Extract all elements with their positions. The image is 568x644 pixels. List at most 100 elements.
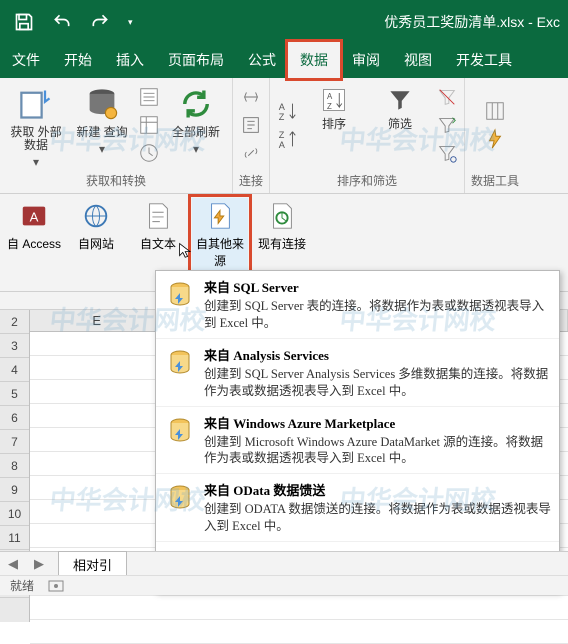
- row-header[interactable]: 2: [0, 310, 29, 334]
- sheet-tab[interactable]: 相对引: [58, 551, 127, 577]
- flash-fill-icon[interactable]: [484, 128, 506, 150]
- menu-item-desc: 创建到 SQL Server Analysis Services 多维数据集的连…: [204, 367, 548, 398]
- sort-icon: AZ: [320, 86, 348, 114]
- existing-connections-button[interactable]: 现有连接: [254, 198, 310, 255]
- menu-item-desc: 创建到 SQL Server 表的连接。将数据作为表或数据透视表导入到 Exce…: [204, 299, 544, 330]
- refresh-all-label: 全部刷新: [172, 126, 220, 139]
- from-table-icon[interactable]: [138, 114, 160, 136]
- menu-item-from-sql-server[interactable]: 来自 SQL Server 创建到 SQL Server 表的连接。将数据作为表或…: [156, 271, 559, 338]
- sheet-nav-prev-icon[interactable]: ◀: [0, 556, 26, 572]
- row-header[interactable]: 10: [0, 502, 29, 526]
- group-label: 获取和转换: [86, 172, 146, 189]
- menu-item-from-analysis-services[interactable]: 来自 Analysis Services 创建到 SQL Server Analy…: [156, 338, 559, 406]
- group-sort-filter: AZ ZA AZ 排序 筛选 排序和筛选: [270, 78, 465, 193]
- save-icon[interactable]: [14, 12, 34, 32]
- window-title: 优秀员工奖励清单.xlsx - Exc: [384, 12, 560, 32]
- row-header[interactable]: 11: [0, 526, 29, 550]
- tab-layout[interactable]: 页面布局: [156, 42, 236, 78]
- sort-asc-icon[interactable]: AZ: [276, 100, 298, 122]
- from-web-button[interactable]: 自网站: [68, 198, 124, 255]
- data-source-icon: [164, 279, 196, 311]
- caret-icon: ▾: [33, 156, 39, 169]
- get-external-data-button[interactable]: 获取 外部数据 ▾: [6, 82, 66, 174]
- status-bar: 就绪: [0, 575, 568, 595]
- svg-text:A: A: [279, 102, 286, 112]
- advanced-filter-icon[interactable]: [436, 142, 458, 164]
- refresh-all-button[interactable]: 全部刷新 ▾: [166, 82, 226, 160]
- column-header[interactable]: E: [30, 310, 165, 331]
- status-text: 就绪: [10, 577, 34, 594]
- svg-text:Z: Z: [279, 112, 285, 122]
- new-query-button[interactable]: 新建 查询 ▾: [72, 82, 132, 160]
- sort-desc-icon[interactable]: ZA: [276, 128, 298, 150]
- sort-button[interactable]: AZ 排序: [304, 82, 364, 135]
- get-external-data-label: 获取 外部数据: [8, 126, 64, 152]
- show-queries-icon[interactable]: [138, 86, 160, 108]
- menu-item-title: 来自 OData 数据馈送: [204, 480, 551, 499]
- properties-icon[interactable]: [240, 114, 262, 136]
- from-other-sources-menu: 来自 SQL Server 创建到 SQL Server 表的连接。将数据作为表或…: [155, 270, 560, 592]
- access-icon: A: [19, 201, 49, 231]
- group-label: 排序和筛选: [337, 172, 397, 189]
- row-header[interactable]: 5: [0, 382, 29, 406]
- menu-item-from-odata[interactable]: 来自 OData 数据馈送创建到 ODATA 数据馈送的连接。将数据作为表或数据…: [156, 473, 559, 541]
- sheet-tab-bar: ◀ ▶ 相对引: [0, 551, 568, 575]
- recent-sources-icon[interactable]: [138, 142, 160, 164]
- filter-button[interactable]: 筛选: [370, 82, 430, 135]
- from-other-label: 自其他来源: [193, 235, 247, 269]
- group-data-tools: 数据工具: [465, 78, 525, 193]
- from-web-label: 自网站: [78, 235, 114, 252]
- tab-insert[interactable]: 插入: [104, 42, 156, 78]
- row-header[interactable]: 6: [0, 406, 29, 430]
- import-icon: [18, 86, 54, 122]
- redo-icon[interactable]: [90, 12, 110, 32]
- filter-label: 筛选: [388, 118, 412, 131]
- clear-filter-icon[interactable]: [436, 86, 458, 108]
- svg-text:Z: Z: [327, 102, 332, 111]
- qat-more-icon[interactable]: ▾: [128, 17, 133, 28]
- menu-item-title: 来自 Analysis Services: [204, 345, 551, 364]
- data-source-icon: [164, 415, 196, 447]
- tab-home[interactable]: 开始: [52, 42, 104, 78]
- ribbon: 获取 外部数据 ▾ 新建 查询 ▾ 全部刷新 ▾ 获取和转换: [0, 78, 568, 194]
- caret-icon: ▾: [193, 143, 199, 156]
- sheet-nav-next-icon[interactable]: ▶: [26, 556, 52, 572]
- tab-formulas[interactable]: 公式: [236, 42, 288, 78]
- connections-icon[interactable]: [240, 86, 262, 108]
- database-icon: [84, 86, 120, 122]
- svg-text:Z: Z: [279, 130, 285, 140]
- row-header[interactable]: 3: [0, 334, 29, 358]
- svg-text:A: A: [279, 140, 286, 150]
- row-header[interactable]: 8: [0, 454, 29, 478]
- data-source-icon: [164, 482, 196, 514]
- undo-icon[interactable]: [52, 12, 72, 32]
- text-to-columns-icon[interactable]: [484, 100, 506, 122]
- quick-access-toolbar: ▾: [0, 12, 147, 32]
- refresh-icon: [178, 86, 214, 122]
- globe-icon: [81, 201, 111, 231]
- data-source-icon: [164, 347, 196, 379]
- from-access-button[interactable]: A 自 Access: [6, 198, 62, 255]
- existing-conn-icon: [267, 201, 297, 231]
- svg-text:A: A: [327, 92, 333, 101]
- svg-text:A: A: [30, 210, 39, 225]
- menu-item-title: 来自 Windows Azure Marketplace: [204, 413, 551, 432]
- row-header[interactable]: 7: [0, 430, 29, 454]
- tab-view[interactable]: 视图: [392, 42, 444, 78]
- edit-links-icon[interactable]: [240, 142, 262, 164]
- tab-developer[interactable]: 开发工具: [444, 42, 524, 78]
- menu-item-title: 来自 SQL Server: [204, 277, 551, 296]
- tab-data[interactable]: 数据: [288, 42, 340, 78]
- tab-file[interactable]: 文件: [0, 42, 52, 78]
- text-file-icon: [143, 201, 173, 231]
- macro-recording-icon[interactable]: [48, 580, 64, 592]
- row-header[interactable]: 9: [0, 478, 29, 502]
- row-header[interactable]: 4: [0, 358, 29, 382]
- new-query-label: 新建 查询: [76, 126, 127, 139]
- reapply-icon[interactable]: [436, 114, 458, 136]
- tab-review[interactable]: 审阅: [340, 42, 392, 78]
- group-connections: 连接: [233, 78, 270, 193]
- menu-item-from-azure-marketplace[interactable]: 来自 Windows Azure Marketplace创建到 Microsof…: [156, 406, 559, 474]
- mouse-cursor-icon: [178, 242, 194, 258]
- funnel-icon: [386, 86, 414, 114]
